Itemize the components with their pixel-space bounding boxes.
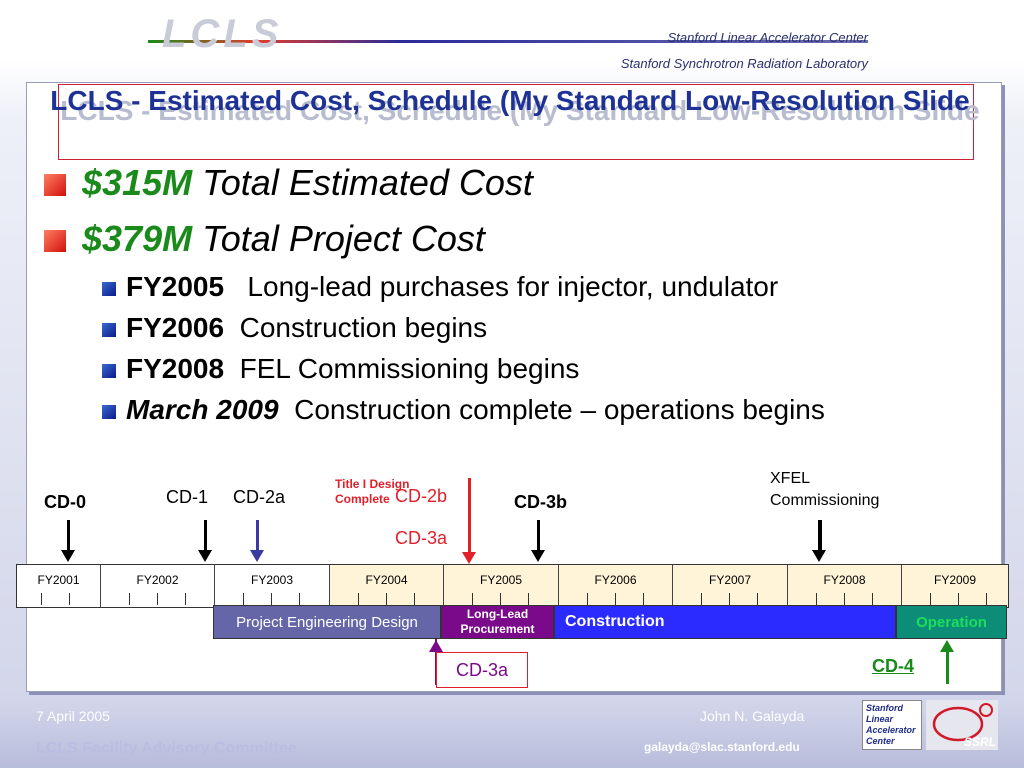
- svg-text:SSRL: SSRL: [964, 735, 996, 749]
- year-cell-fy2008: FY2008: [788, 565, 902, 607]
- year-cell-fy2004: FY2004: [330, 565, 444, 607]
- phase-project-engineering-design: Project Engineering Design: [213, 605, 441, 639]
- milestone-cd2b-label: CD-2b: [395, 486, 448, 506]
- sub-bullet-march-2009: March 2009 Construction complete – opera…: [102, 394, 825, 426]
- sub-bullet-fy2008: FY2008 FEL Commissioning begins: [102, 353, 579, 385]
- bullet-marker-icon: [44, 230, 66, 253]
- slide-title: LCLS - Estimated Cost, Schedule (My Stan…: [50, 85, 970, 116]
- phase-construction: Construction: [554, 605, 896, 639]
- milestone-cd1-arrow: [198, 520, 212, 562]
- sub-bullet-marker-icon: [102, 322, 116, 337]
- year-cell-fy2002: FY2002: [101, 565, 215, 607]
- sub-bullet-key: March 2009: [126, 394, 279, 425]
- sub-bullet-fy2006: FY2006 Construction begins: [102, 312, 487, 344]
- milestone-cd0-label: CD-0: [44, 492, 87, 512]
- sub-bullet-marker-icon: [102, 281, 116, 296]
- xfel-commissioning-label: XFEL Commissioning: [770, 470, 880, 509]
- sub-bullet-key: FY2005: [126, 271, 225, 302]
- org-ssrl: Stanford Synchrotron Radiation Laborator…: [620, 56, 868, 71]
- milestone-cd0-arrow: [61, 520, 75, 562]
- fiscal-year-timeline: FY2001 FY2002 FY2003 FY2004 FY2005 FY200…: [16, 564, 1009, 608]
- cd4-arrowhead: [940, 640, 954, 652]
- milestone-cd3a-top-label: CD-3a: [395, 528, 448, 548]
- ssrl-logo: SSRL: [926, 700, 998, 750]
- sub-bullet-text: Construction begins: [239, 312, 488, 343]
- milestone-cd2a-arrow: [250, 520, 264, 562]
- sub-bullet-marker-icon: [102, 363, 116, 378]
- bullet-marker-icon: [44, 174, 66, 197]
- sub-bullet-text: Construction complete – operations begin…: [294, 394, 825, 425]
- slac-logo: Stanford Linear Accelerator Center: [862, 700, 922, 750]
- phase-long-lead-procurement: Long-Lead Procurement: [441, 605, 554, 639]
- sub-bullet-marker-icon: [102, 404, 116, 419]
- year-cell-fy2007: FY2007: [673, 565, 788, 607]
- sub-bullet-fy2005: FY2005 Long-lead purchases for injector,…: [102, 271, 778, 303]
- footer-committee: LCLS Facility Advisory Committee: [36, 740, 297, 757]
- footer-email: galayda@slac.stanford.edu: [644, 740, 800, 754]
- year-cell-fy2009: FY2009: [902, 565, 1008, 607]
- cost-label: Total Estimated Cost: [202, 162, 533, 203]
- xfel-commissioning-arrow: [812, 520, 826, 562]
- milestone-cd3a-bottom-label: CD-3a: [436, 652, 528, 688]
- cost-label: Total Project Cost: [202, 218, 485, 259]
- sub-bullet-key: FY2008: [126, 353, 225, 384]
- cd3a-bottom-arrowhead: [429, 640, 443, 652]
- cost-amount: $315M: [82, 162, 193, 203]
- cd4-arrow: [946, 650, 949, 684]
- milestone-cd3b-arrow: [531, 520, 545, 562]
- sub-bullet-key: FY2006: [126, 312, 225, 343]
- year-cell-fy2003: FY2003: [215, 565, 330, 607]
- milestone-cd2a-label: CD-2a: [233, 487, 286, 507]
- bullet-estimated-cost: $315M Total Estimated Cost: [44, 162, 533, 204]
- year-cell-fy2001: FY2001: [17, 565, 101, 607]
- milestone-cd1-label: CD-1: [166, 487, 209, 507]
- bullet-project-cost: $379M Total Project Cost: [44, 218, 485, 260]
- footer-date: 7 April 2005: [36, 708, 110, 724]
- phase-operation: Operation: [896, 605, 1007, 639]
- milestone-cd2b-arrow: [462, 478, 476, 564]
- lcls-logo: LCLS: [162, 12, 283, 56]
- sub-bullet-text: FEL Commissioning begins: [239, 353, 580, 384]
- milestone-cd4-label: CD-4: [872, 656, 915, 676]
- sub-bullet-text: Long-lead purchases for injector, undula…: [247, 271, 779, 302]
- org-slac: Stanford Linear Accelerator Center: [667, 30, 868, 45]
- year-cell-fy2006: FY2006: [559, 565, 673, 607]
- cost-amount: $379M: [82, 218, 193, 259]
- footer-author: John N. Galayda: [700, 708, 805, 724]
- year-cell-fy2005: FY2005: [444, 565, 559, 607]
- milestone-cd3b-label: CD-3b: [514, 492, 567, 512]
